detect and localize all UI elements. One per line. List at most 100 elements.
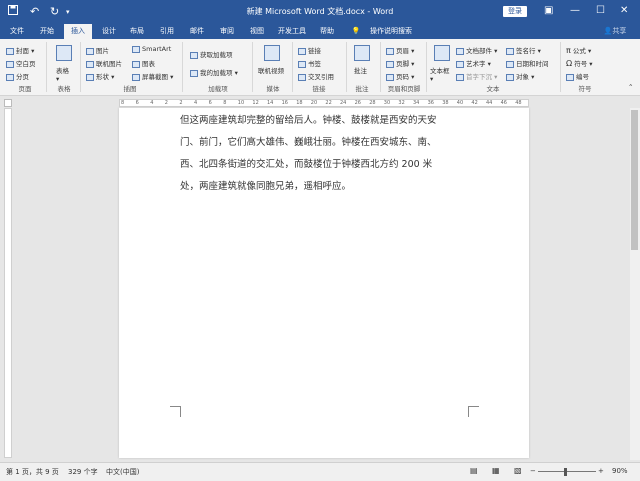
ruler-number: 16 — [281, 100, 288, 106]
object-button[interactable]: 对象 ▾ — [506, 71, 534, 81]
group-tables-label: 表格 — [57, 85, 71, 93]
page-break-icon — [6, 73, 14, 81]
group-links-label: 链接 — [312, 85, 326, 93]
number-button[interactable]: 编号 — [566, 71, 589, 81]
online-pictures-label: 联机图片 — [96, 60, 122, 68]
online-pictures-button[interactable]: 联机图片 — [86, 58, 122, 68]
zoom-in-icon[interactable]: + — [598, 467, 604, 475]
maximize-button[interactable]: ☐ — [596, 5, 605, 16]
focus-mode-icon[interactable]: ▤ — [470, 466, 478, 475]
footer-button[interactable]: 页脚 ▾ — [386, 58, 414, 68]
tab-home[interactable]: 开始 — [34, 24, 60, 39]
zoom-out-icon[interactable]: − — [530, 467, 536, 475]
equation-button[interactable]: π 公式 ▾ — [566, 45, 591, 55]
page-break-button[interactable]: 分页 — [6, 71, 29, 81]
crop-mark — [468, 406, 479, 417]
page-number-label: 页码 — [396, 73, 409, 81]
tab-review[interactable]: 审阅 — [214, 24, 240, 39]
link-button[interactable]: 链接 — [298, 45, 321, 55]
textbox-label: 文本框 — [430, 67, 450, 75]
blank-page-button[interactable]: 空白页 — [6, 58, 36, 68]
my-addins-button[interactable]: 我的加载项 ▾ — [190, 67, 238, 77]
table-icon[interactable] — [56, 45, 72, 61]
title-bar: ↶ ↻ ▾ 新建 Microsoft Word 文档.docx - Word 登… — [0, 0, 640, 24]
online-video-button[interactable]: 联机视频 — [258, 65, 284, 75]
symbol-button[interactable]: Ω 符号 ▾ — [566, 58, 593, 68]
ruler-number: 6 — [135, 100, 139, 106]
header-button[interactable]: 页眉 ▾ — [386, 45, 414, 55]
tab-help[interactable]: 帮助 — [314, 24, 340, 39]
crop-mark — [170, 406, 181, 417]
wordart-button[interactable]: 艺术字 ▾ — [456, 58, 491, 68]
signature-line-button[interactable]: 签名行 ▾ — [506, 45, 541, 55]
ruler-number: 24 — [340, 100, 347, 106]
collapse-ribbon-icon[interactable]: ⌃ — [628, 83, 633, 91]
close-button[interactable]: ✕ — [620, 5, 628, 16]
web-layout-icon[interactable]: ▧ — [514, 466, 522, 475]
page-count[interactable]: 第 1 页，共 9 页 — [6, 467, 59, 477]
share-button[interactable]: 👤共享 — [600, 24, 630, 39]
date-time-label: 日期和时间 — [516, 60, 549, 68]
drop-cap-button[interactable]: 首字下沉 ▾ — [456, 71, 497, 81]
tab-references[interactable]: 引用 — [154, 24, 180, 39]
ribbon-display-icon[interactable]: ▣ — [544, 5, 553, 16]
date-time-button[interactable]: 日期和时间 — [506, 58, 549, 68]
cross-reference-icon — [298, 73, 306, 81]
bookmark-button[interactable]: 书签 — [298, 58, 321, 68]
ruler-number: 8 — [223, 100, 227, 106]
ribbon-divider — [560, 42, 561, 92]
tab-developer[interactable]: 开发工具 — [274, 24, 310, 39]
shapes-button[interactable]: 形状 ▾ — [86, 71, 114, 81]
scrollbar-thumb[interactable] — [631, 110, 638, 250]
page-number-button[interactable]: 页码 ▾ — [386, 71, 414, 81]
cover-page-button[interactable]: 封面 ▾ — [6, 45, 34, 55]
link-label: 链接 — [308, 47, 321, 55]
pictures-button[interactable]: 图片 — [86, 45, 109, 55]
tab-view[interactable]: 视图 — [244, 24, 270, 39]
textbox-icon[interactable] — [434, 45, 450, 61]
zoom-slider-handle[interactable] — [564, 468, 567, 476]
share-label: 共享 — [612, 27, 627, 35]
get-addins-button[interactable]: 获取加载项 — [190, 49, 233, 59]
ruler-number: 2 — [164, 100, 168, 106]
language[interactable]: 中文(中国) — [106, 467, 139, 477]
tab-file[interactable]: 文件 — [4, 24, 30, 39]
signature-line-label: 签名行 — [516, 47, 536, 55]
tab-insert[interactable]: 插入 — [64, 24, 92, 39]
online-video-icon[interactable] — [264, 45, 280, 61]
vertical-ruler[interactable] — [4, 108, 12, 458]
comment-button[interactable]: 批注 — [354, 65, 367, 75]
ruler-number: 22 — [325, 100, 332, 106]
zoom-level[interactable]: 90% — [612, 467, 628, 475]
login-button[interactable]: 登录 — [503, 6, 527, 17]
tell-me-search[interactable]: 操作说明搜索 — [364, 24, 418, 39]
table-button[interactable]: 表格 ▾ — [56, 65, 69, 83]
tab-selector-icon[interactable] — [4, 99, 12, 107]
print-layout-icon[interactable]: ▦ — [492, 466, 500, 475]
comment-icon[interactable] — [354, 45, 370, 61]
cross-reference-button[interactable]: 交叉引用 — [298, 71, 334, 81]
minimize-button[interactable]: — — [570, 5, 580, 16]
ribbon-divider — [426, 42, 427, 92]
chart-icon — [132, 60, 140, 68]
online-picture-icon — [86, 60, 94, 68]
blank-page-label: 空白页 — [16, 60, 36, 68]
screenshot-button[interactable]: 屏幕截图 ▾ — [132, 71, 173, 81]
chart-button[interactable]: 图表 — [132, 58, 155, 68]
addins-icon — [190, 69, 198, 77]
ruler-number: 18 — [296, 100, 303, 106]
zoom-slider[interactable] — [538, 471, 596, 472]
document-body[interactable]: 但这两座建筑却完整的留给后人。钟楼、鼓楼就是西安的天安 门、前门，它们高大雄伟、… — [180, 110, 465, 198]
ruler-number: 36 — [427, 100, 434, 106]
word-count[interactable]: 329 个字 — [68, 467, 98, 477]
ruler-number: 2 — [179, 100, 183, 106]
textbox-button[interactable]: 文本框 ▾ — [430, 65, 450, 83]
quick-parts-button[interactable]: 文档部件 ▾ — [456, 45, 497, 55]
wordart-icon — [456, 60, 464, 68]
tab-mailings[interactable]: 邮件 — [184, 24, 210, 39]
smartart-button[interactable]: SmartArt — [132, 45, 171, 53]
group-header-footer-label: 页眉和页脚 — [387, 85, 421, 93]
tab-design[interactable]: 设计 — [96, 24, 122, 39]
tab-layout[interactable]: 布局 — [124, 24, 150, 39]
smartart-label: SmartArt — [142, 45, 172, 53]
